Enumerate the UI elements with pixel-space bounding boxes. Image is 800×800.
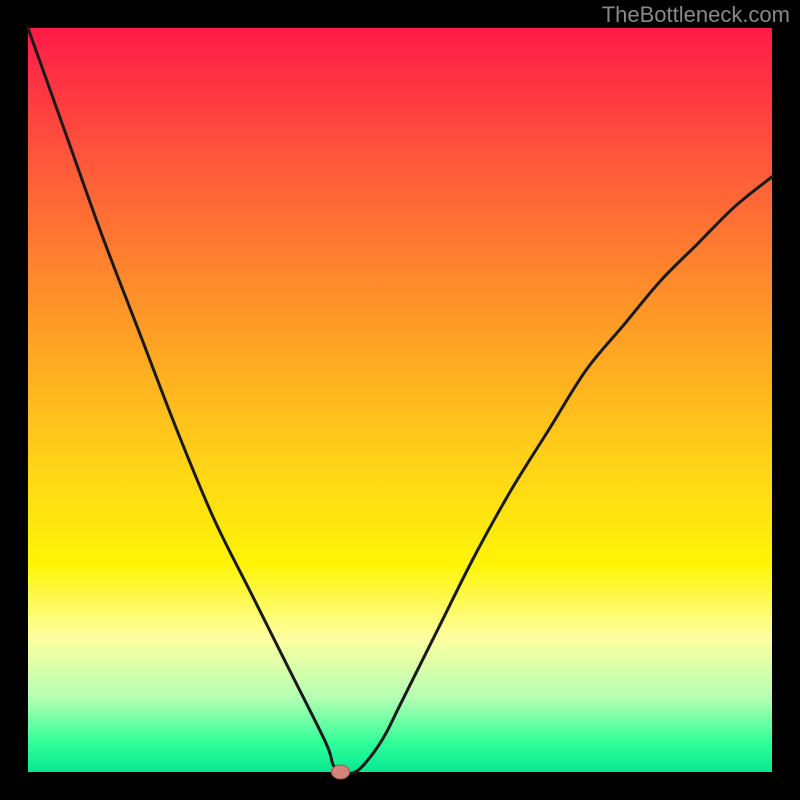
bottleneck-chart (0, 0, 800, 800)
optimum-marker (331, 765, 349, 779)
watermark-text: TheBottleneck.com (602, 2, 790, 28)
chart-container: TheBottleneck.com (0, 0, 800, 800)
gradient-background (28, 28, 772, 772)
